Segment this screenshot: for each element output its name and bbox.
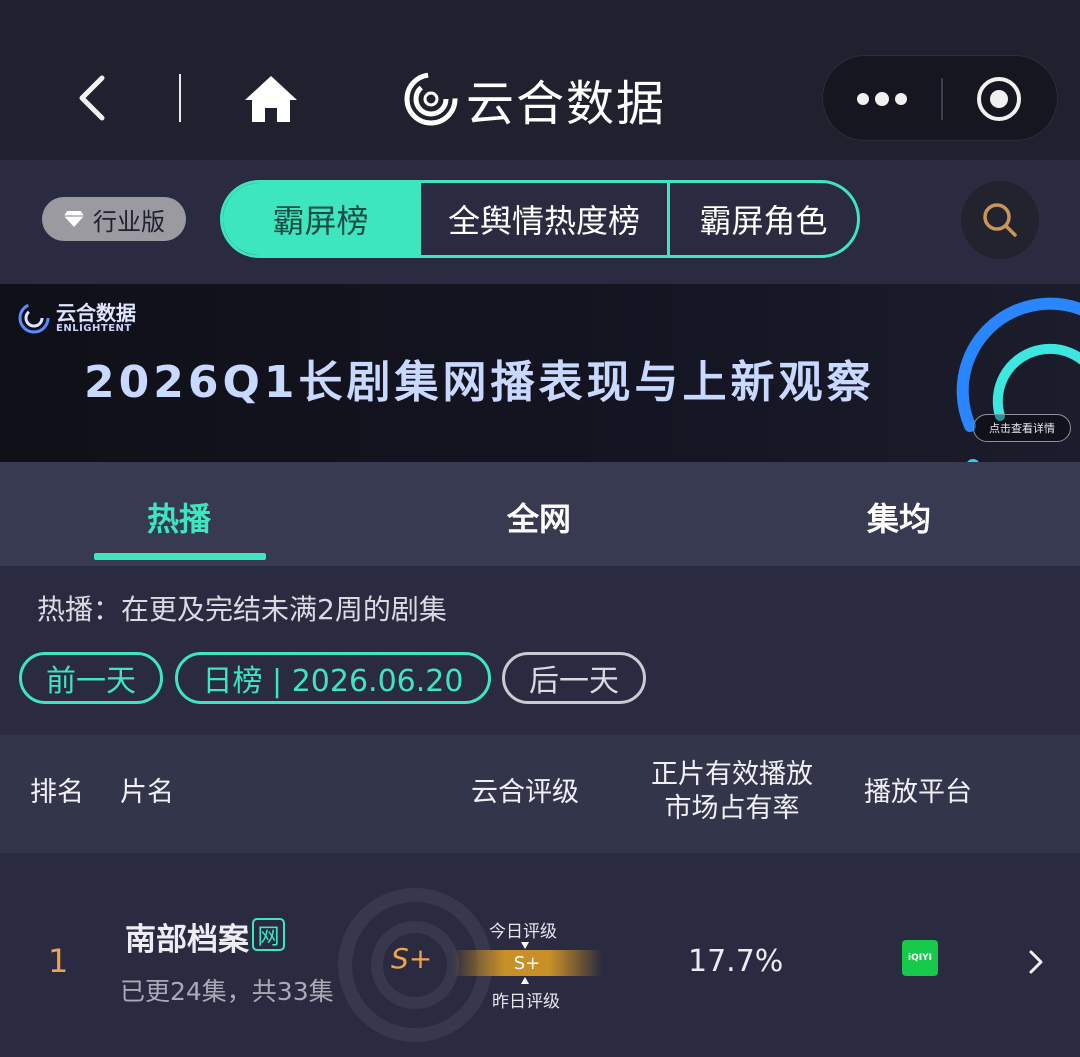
active-tab-indicator — [94, 553, 266, 560]
row-grade: S+ — [391, 942, 433, 975]
tab-hot[interactable]: 热播 — [147, 494, 211, 540]
row-market-share: 17.7% — [688, 944, 784, 979]
banner-detail-button[interactable]: 点击查看详情 — [973, 414, 1071, 442]
promo-banner[interactable]: 云合数据 ENLIGHTENT 2026Q1长剧集网播表现与上新观察 点击查看详… — [0, 284, 1080, 462]
brand: 云合数据 — [404, 70, 666, 132]
banner-title: 2026Q1长剧集网播表现与上新观察 — [84, 357, 875, 408]
tab-all-network[interactable]: 全网 — [507, 494, 571, 540]
search-icon — [983, 203, 1017, 237]
home-icon[interactable] — [243, 74, 299, 124]
yesterday-rating-label: 昨日评级 — [492, 992, 560, 1012]
mini-program-capsule — [822, 55, 1058, 141]
diamond-icon — [64, 211, 84, 227]
brand-logo-icon — [404, 72, 458, 126]
industry-edition-button[interactable]: 行业版 — [42, 197, 186, 241]
banner-logo-en: ENLIGHTENT — [56, 322, 132, 334]
segment-characters[interactable]: 霸屏角色 — [667, 183, 857, 255]
segment-public-opinion[interactable]: 全舆情热度榜 — [418, 183, 667, 255]
more-icon[interactable] — [823, 56, 941, 142]
rating-bar-grade: S+ — [513, 952, 541, 974]
header-rank: 排名 — [30, 777, 84, 808]
industry-edition-label: 行业版 — [93, 207, 165, 236]
previous-day-button[interactable]: 前一天 — [19, 652, 163, 704]
ranking-segmented-control: 霸屏榜 全舆情热度榜 霸屏角色 — [220, 180, 860, 258]
back-icon[interactable] — [70, 70, 120, 126]
header-share-line2: 市场占有率 — [664, 793, 800, 824]
network-badge: 网 — [252, 918, 285, 951]
row-episodes: 已更24集，共33集 — [120, 977, 334, 1006]
next-day-button[interactable]: 后一天 — [502, 652, 646, 704]
list-description: 热播：在更及完结未满2周的剧集 — [37, 593, 447, 626]
nav-divider — [179, 74, 181, 122]
header-title: 片名 — [120, 777, 174, 808]
today-pointer-icon — [521, 942, 529, 949]
yesterday-pointer-icon — [521, 977, 529, 984]
tab-per-episode[interactable]: 集均 — [867, 494, 931, 540]
banner-logo-icon — [18, 302, 50, 334]
row-rank: 1 — [48, 942, 69, 980]
close-target-icon[interactable] — [975, 75, 1023, 123]
chevron-right-icon[interactable] — [1026, 948, 1046, 976]
segment-screen-dominance[interactable]: 霸屏榜 — [223, 183, 418, 255]
brand-name: 云合数据 — [466, 76, 667, 132]
row-title[interactable]: 南部档案 — [125, 914, 249, 959]
header-rating: 云合评级 — [471, 777, 579, 808]
rating-bar: S+ — [452, 950, 602, 976]
header-platform: 播放平台 — [864, 777, 972, 808]
date-selector[interactable]: 日榜 | 2026.06.20 — [175, 652, 491, 704]
iqiyi-platform-icon: iQIYI — [902, 940, 938, 976]
header-share-line1: 正片有效播放 — [651, 759, 813, 790]
banner-logo-cn: 云合数据 — [56, 300, 136, 325]
banner-logo: 云合数据 ENLIGHTENT — [18, 302, 136, 334]
today-rating-label: 今日评级 — [489, 922, 557, 942]
search-button[interactable] — [961, 181, 1039, 259]
